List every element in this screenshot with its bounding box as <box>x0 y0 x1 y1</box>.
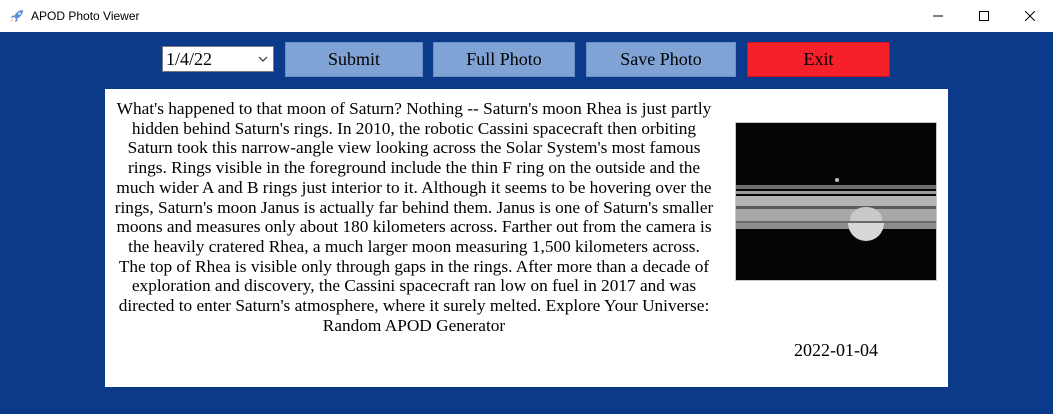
date-dropdown[interactable]: 1/4/22 <box>162 46 274 72</box>
full-photo-button[interactable]: Full Photo <box>433 42 575 77</box>
app-window: APOD Photo Viewer 1/4/22 Submit Full Pho… <box>0 0 1053 414</box>
date-dropdown-value[interactable]: 1/4/22 <box>163 49 253 70</box>
submit-button[interactable]: Submit <box>285 42 423 77</box>
rocket-icon <box>9 8 25 24</box>
save-photo-button[interactable]: Save Photo <box>586 42 736 77</box>
maximize-icon[interactable] <box>961 0 1007 32</box>
chevron-down-icon[interactable] <box>253 56 273 62</box>
close-icon[interactable] <box>1007 0 1053 32</box>
exit-button[interactable]: Exit <box>747 42 890 77</box>
photo-description: What's happened to that moon of Saturn? … <box>114 99 714 335</box>
content-panel: What's happened to that moon of Saturn? … <box>105 89 948 387</box>
apod-photo <box>735 122 937 281</box>
photo-date: 2022-01-04 <box>794 340 878 360</box>
title-bar[interactable]: APOD Photo Viewer <box>0 0 1053 32</box>
minimize-icon[interactable] <box>915 0 961 32</box>
window-title: APOD Photo Viewer <box>31 9 140 23</box>
